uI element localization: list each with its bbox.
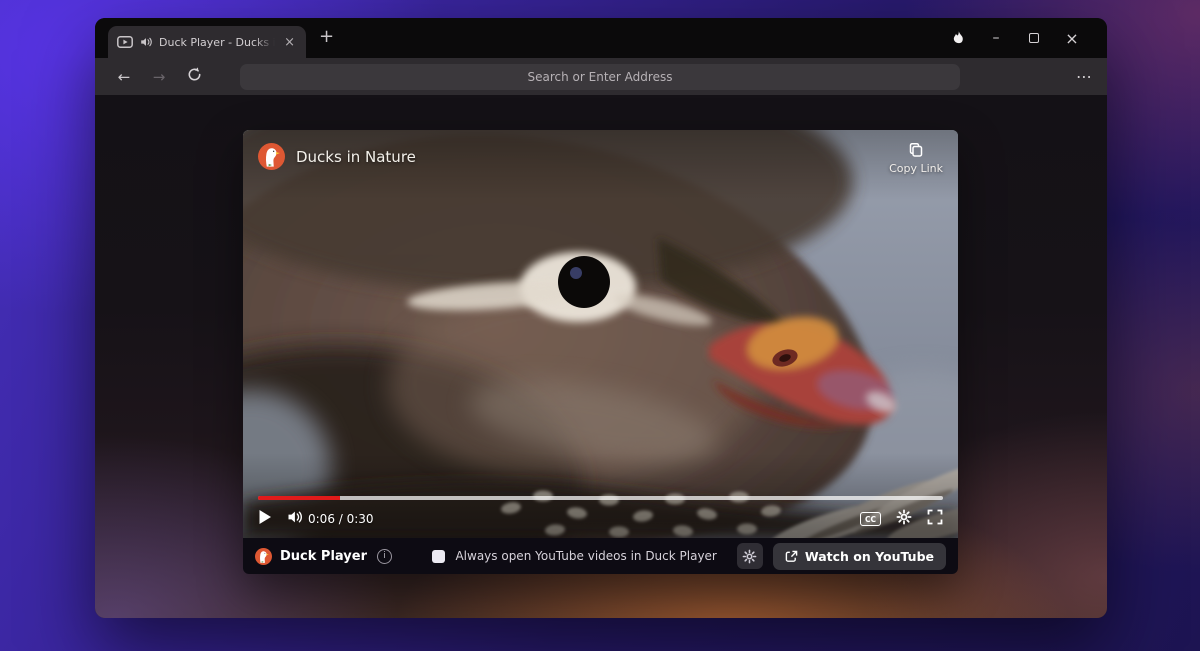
- watch-on-youtube-label: Watch on YouTube: [804, 548, 934, 564]
- duck-player-tab-icon: [117, 36, 133, 48]
- player-settings-button[interactable]: [896, 509, 912, 529]
- fullscreen-icon: [927, 509, 943, 525]
- duck-player-settings-button[interactable]: [736, 543, 763, 569]
- close-icon: ×: [1065, 28, 1079, 48]
- duckduckgo-logo: [258, 143, 285, 170]
- maximize-button[interactable]: [1015, 33, 1053, 43]
- video-frame-art: [243, 130, 958, 538]
- play-icon: [259, 510, 271, 524]
- fullscreen-button[interactable]: [927, 509, 943, 529]
- browser-window: Duck Player - Ducks in Nature × + – × ← …: [95, 18, 1107, 618]
- external-link-icon: [785, 550, 798, 562]
- duck-player-logo: [255, 547, 272, 565]
- progress-fill: [258, 496, 341, 500]
- video-title: Ducks in Nature: [296, 147, 416, 166]
- titlebar: Duck Player - Ducks in Nature × + – ×: [95, 18, 1107, 58]
- copy-icon: [909, 142, 923, 157]
- page-content: Ducks in Nature Copy Link 0:06 / 0:30 CC…: [95, 95, 1107, 618]
- tab-duck-player[interactable]: Duck Player - Ducks in Nature ×: [108, 26, 306, 58]
- address-bar[interactable]: [240, 63, 960, 90]
- new-tab-button[interactable]: +: [315, 26, 338, 48]
- tab-title: Duck Player - Ducks in Nature: [159, 35, 276, 49]
- tab-close-button[interactable]: ×: [282, 35, 297, 50]
- duck-player-brand: Duck Player: [280, 548, 367, 564]
- video-controls: 0:06 / 0:30 CC: [243, 496, 958, 538]
- navigation-toolbar: ← → ⋯: [95, 58, 1107, 95]
- gear-icon: [742, 549, 757, 563]
- minimize-button[interactable]: –: [977, 30, 1015, 46]
- forward-button: →: [152, 67, 166, 86]
- always-open-checkbox[interactable]: [432, 549, 446, 563]
- fire-icon: [953, 30, 963, 43]
- nav-buttons: ← →: [111, 58, 207, 95]
- video-surface[interactable]: Ducks in Nature Copy Link 0:06 / 0:30 CC: [243, 130, 958, 538]
- duck-player-card: Ducks in Nature Copy Link 0:06 / 0:30 CC…: [243, 130, 958, 574]
- window-close-button[interactable]: ×: [1053, 29, 1091, 48]
- progress-bar[interactable]: [258, 496, 943, 500]
- copy-link-label: Copy Link: [889, 162, 943, 175]
- volume-button[interactable]: [287, 509, 304, 529]
- browser-menu-button[interactable]: ⋯: [1076, 58, 1093, 95]
- reload-button[interactable]: [181, 66, 207, 87]
- back-button[interactable]: ←: [111, 68, 137, 86]
- copy-link-button[interactable]: Copy Link: [889, 141, 943, 175]
- info-icon[interactable]: i: [376, 548, 392, 564]
- watch-on-youtube-button[interactable]: Watch on YouTube: [772, 542, 946, 570]
- volume-icon: [288, 511, 302, 523]
- controls-row: 0:06 / 0:30 CC: [258, 508, 943, 530]
- captions-icon: CC: [860, 512, 881, 526]
- play-button[interactable]: [258, 509, 272, 529]
- address-input[interactable]: [240, 63, 960, 90]
- fire-button[interactable]: [939, 30, 977, 47]
- duck-player-bar: Duck Player i Always open YouTube videos…: [243, 538, 958, 574]
- maximize-icon: [1029, 33, 1039, 43]
- always-open-label[interactable]: Always open YouTube videos in Duck Playe…: [455, 549, 716, 563]
- video-header: Ducks in Nature: [258, 143, 416, 170]
- desktop: { "titlebar": { "tab_title": "Duck Playe…: [0, 0, 1200, 651]
- minimize-icon: –: [992, 30, 1000, 46]
- gear-icon: [896, 509, 912, 525]
- tab-audio-icon: [141, 37, 152, 47]
- window-controls: – ×: [939, 18, 1091, 58]
- time-display: 0:06 / 0:30: [308, 512, 374, 526]
- captions-button[interactable]: CC: [860, 512, 881, 526]
- reload-icon: [188, 67, 200, 81]
